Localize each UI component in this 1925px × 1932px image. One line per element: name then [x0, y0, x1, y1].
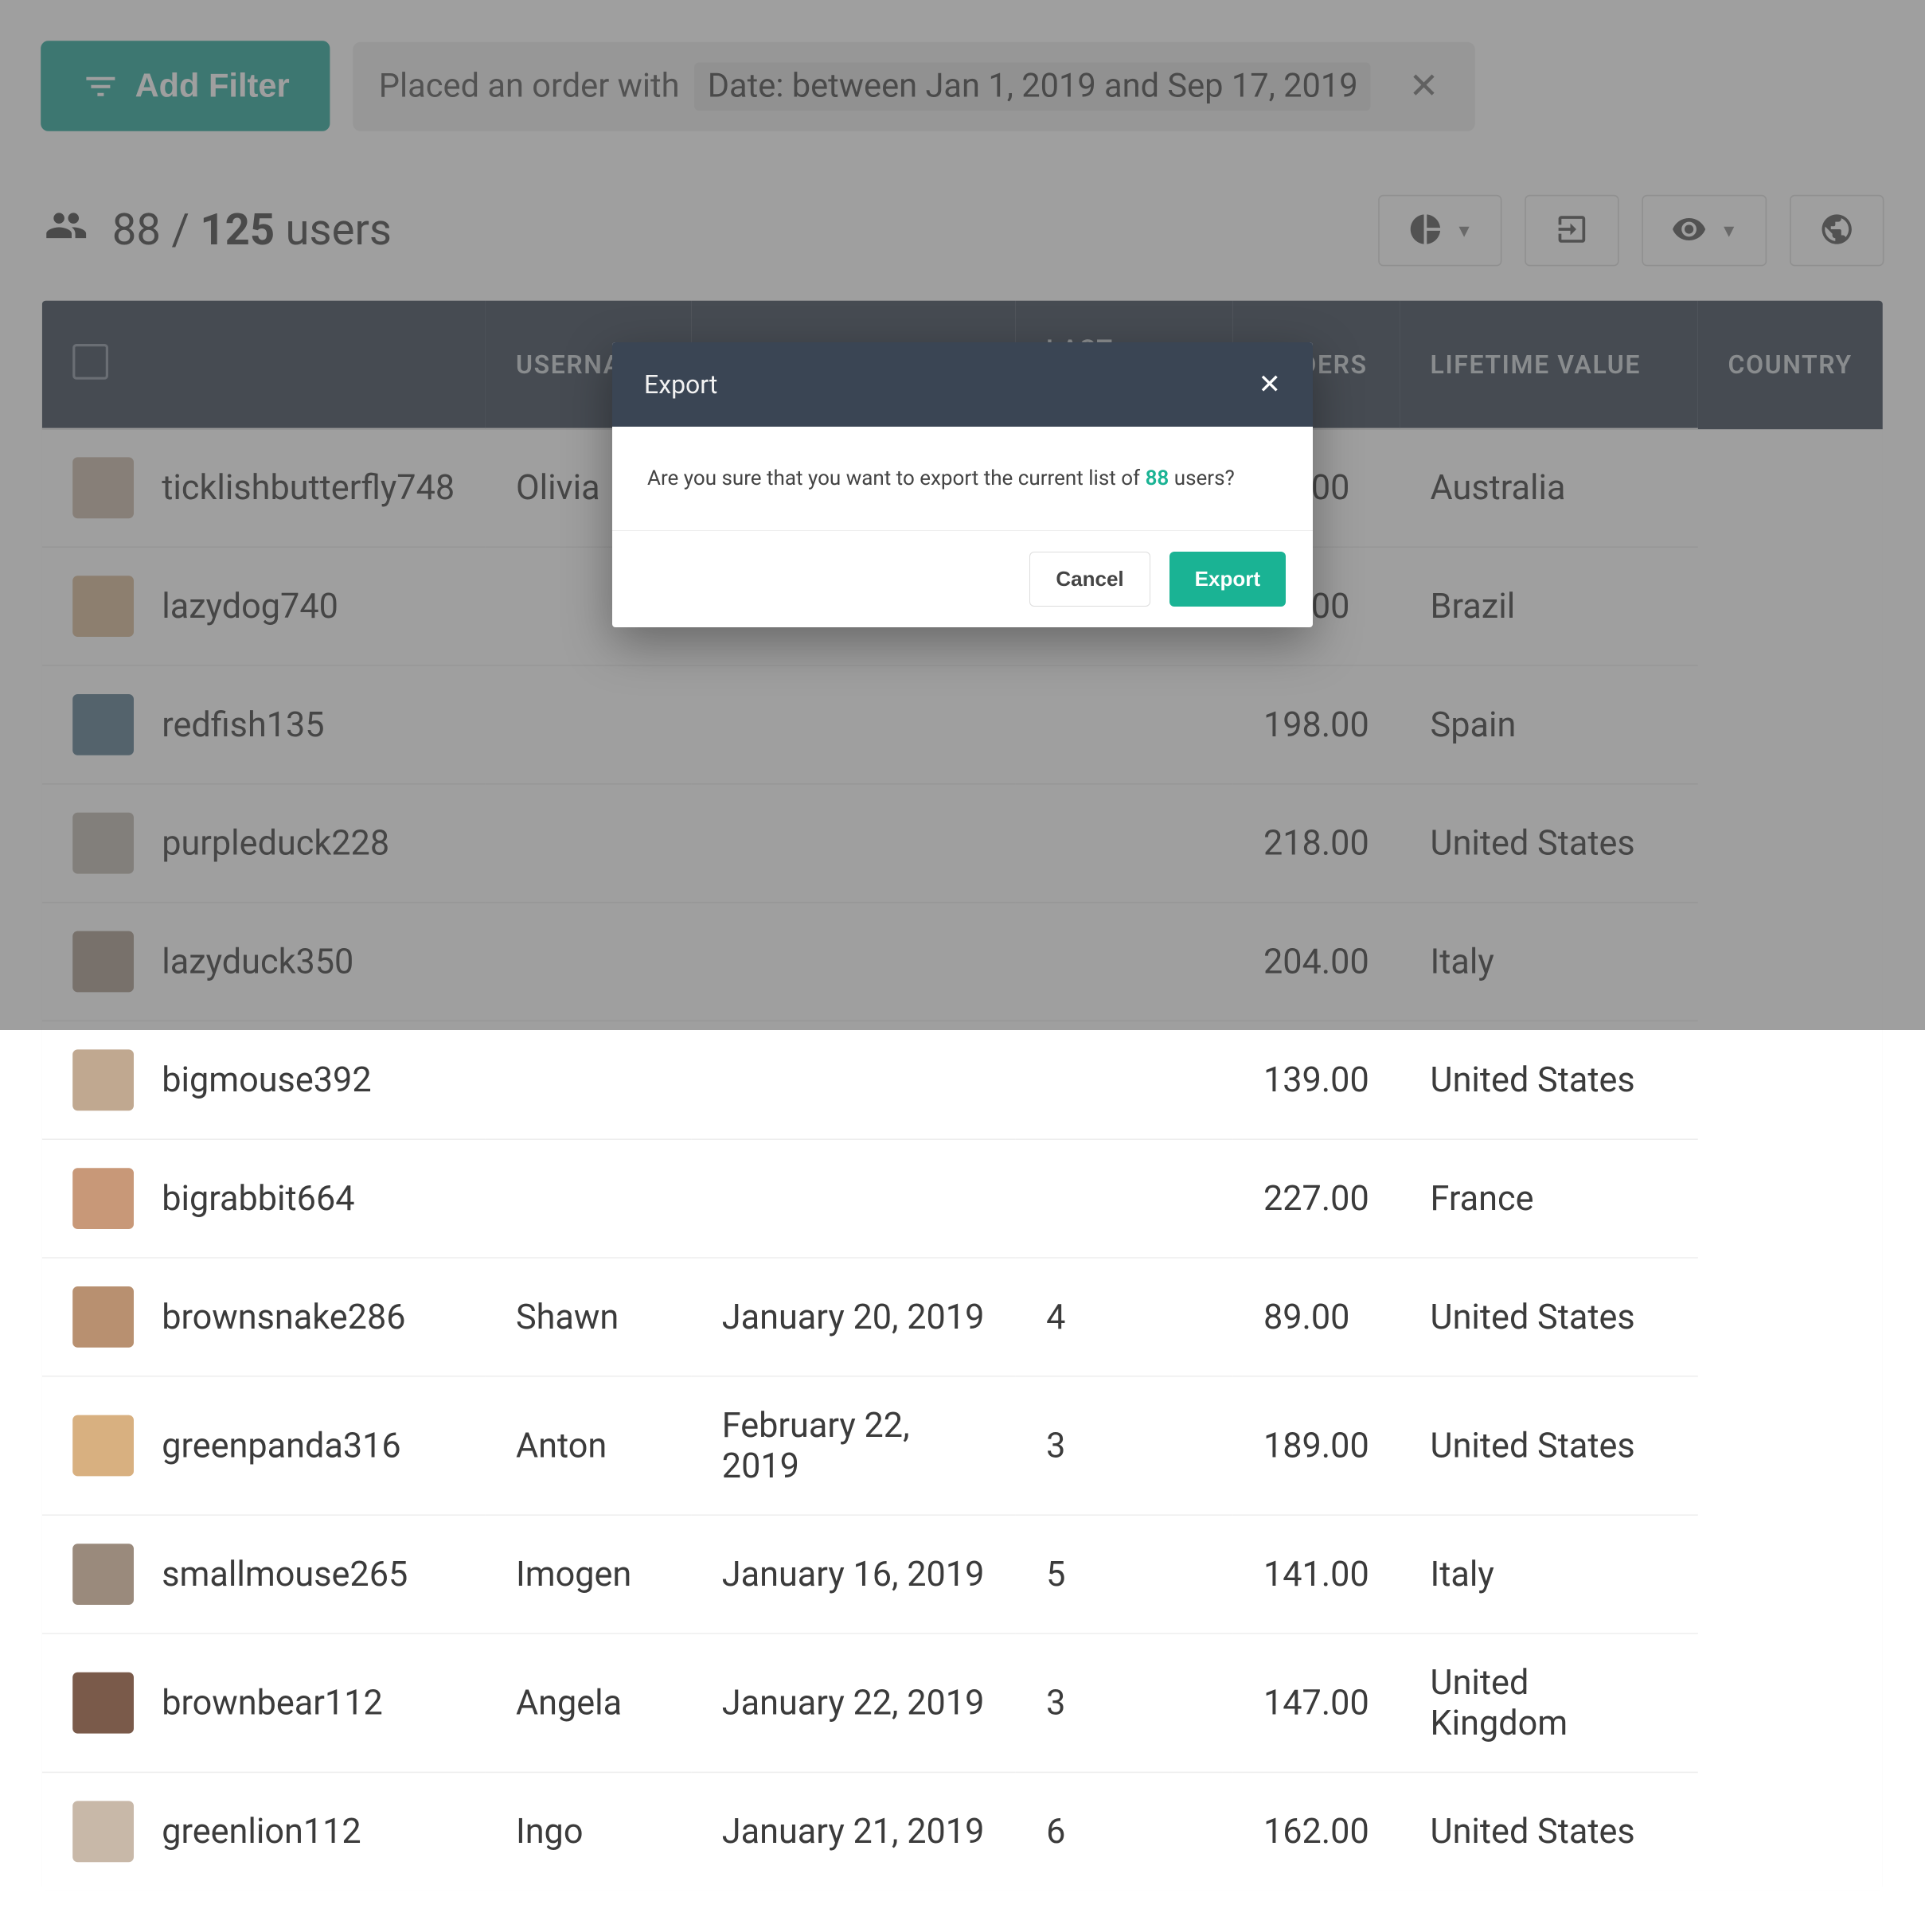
cell-last-order: January 22, 2019 — [691, 1633, 1015, 1772]
cell-first-name — [486, 1139, 692, 1258]
cell-lifetime-value: 89.00 — [1233, 1258, 1400, 1376]
cell-orders: 3 — [1016, 1376, 1233, 1515]
cell-last-order: January 16, 2019 — [691, 1515, 1015, 1633]
cell-lifetime-value: 227.00 — [1233, 1139, 1400, 1258]
table-row[interactable]: greenpanda316 AntonFebruary 22, 20193189.… — [41, 1376, 1884, 1515]
cell-username: smallmouse265 — [162, 1554, 408, 1594]
table-row[interactable]: brownsnake286 ShawnJanuary 20, 2019489.00… — [41, 1258, 1884, 1376]
cell-first-name: Angela — [486, 1633, 692, 1772]
avatar — [72, 1801, 134, 1862]
modal-body: Are you sure that you want to export the… — [612, 427, 1313, 531]
cell-username: greenlion112 — [162, 1811, 361, 1852]
cell-country: United States — [1400, 1376, 1697, 1515]
cell-lifetime-value: 141.00 — [1233, 1515, 1400, 1633]
cell-first-name: Ingo — [486, 1772, 692, 1891]
export-modal: Export ✕ Are you sure that you want to e… — [612, 342, 1313, 627]
cell-orders: 4 — [1016, 1258, 1233, 1376]
table-row[interactable]: bigmouse392 139.00United States — [41, 1021, 1884, 1139]
cell-first-name: Imogen — [486, 1515, 692, 1633]
cell-orders: 6 — [1016, 1772, 1233, 1891]
avatar — [72, 1168, 134, 1229]
cell-orders — [1016, 1139, 1233, 1258]
cell-last-order: January 20, 2019 — [691, 1258, 1015, 1376]
avatar — [72, 1049, 134, 1110]
cell-first-name: Anton — [486, 1376, 692, 1515]
cancel-button[interactable]: Cancel — [1029, 552, 1150, 607]
modal-count: 88 — [1146, 466, 1169, 490]
cell-username: brownsnake286 — [162, 1297, 405, 1337]
cell-country: France — [1400, 1139, 1697, 1258]
cell-last-order — [691, 1139, 1015, 1258]
cell-username: greenpanda316 — [162, 1425, 401, 1466]
cell-last-order: February 22, 2019 — [691, 1376, 1015, 1515]
cell-country: Italy — [1400, 1515, 1697, 1633]
cell-orders: 3 — [1016, 1633, 1233, 1772]
export-confirm-button[interactable]: Export — [1169, 552, 1286, 607]
cell-first-name: Shawn — [486, 1258, 692, 1376]
avatar — [72, 1415, 134, 1477]
table-row[interactable]: brownbear112 AngelaJanuary 22, 20193147.0… — [41, 1633, 1884, 1772]
cell-lifetime-value: 139.00 — [1233, 1021, 1400, 1139]
table-row[interactable]: smallmouse265 ImogenJanuary 16, 20195141.… — [41, 1515, 1884, 1633]
modal-title: Export — [644, 369, 717, 400]
cell-country: United States — [1400, 1021, 1697, 1139]
avatar — [72, 1672, 134, 1734]
cell-first-name — [486, 1021, 692, 1139]
cell-last-order: January 21, 2019 — [691, 1772, 1015, 1891]
cell-country: United States — [1400, 1258, 1697, 1376]
cell-country: United Kingdom — [1400, 1633, 1697, 1772]
table-row[interactable]: greenlion112 IngoJanuary 21, 20196162.00U… — [41, 1772, 1884, 1891]
avatar — [72, 1286, 134, 1348]
table-row[interactable]: bigrabbit664 227.00France — [41, 1139, 1884, 1258]
cell-last-order — [691, 1021, 1015, 1139]
cell-username: bigrabbit664 — [162, 1178, 354, 1219]
modal-overlay[interactable]: Export ✕ Are you sure that you want to e… — [0, 0, 1925, 1030]
modal-close-icon[interactable]: ✕ — [1259, 371, 1282, 398]
cell-orders — [1016, 1021, 1233, 1139]
cell-orders: 5 — [1016, 1515, 1233, 1633]
cell-lifetime-value: 189.00 — [1233, 1376, 1400, 1515]
cell-username: brownbear112 — [162, 1683, 383, 1723]
cell-lifetime-value: 162.00 — [1233, 1772, 1400, 1891]
cell-username: bigmouse392 — [162, 1060, 371, 1100]
cell-country: United States — [1400, 1772, 1697, 1891]
avatar — [72, 1544, 134, 1605]
cell-lifetime-value: 147.00 — [1233, 1633, 1400, 1772]
